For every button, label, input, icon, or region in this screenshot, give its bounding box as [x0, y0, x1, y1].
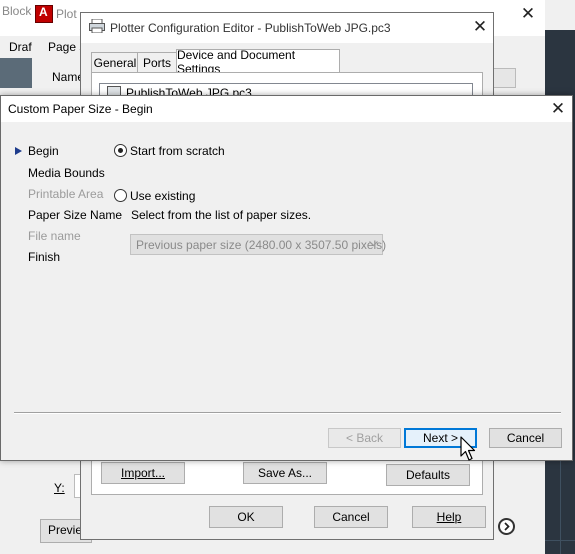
bg-title-plot: Plot	[56, 7, 77, 21]
step-begin: Begin	[28, 144, 59, 158]
mouse-cursor-icon	[460, 436, 476, 461]
tab-general[interactable]: General	[91, 52, 139, 73]
back-button-label: < Back	[345, 431, 384, 445]
tab-ports[interactable]: Ports	[137, 52, 177, 73]
dialog-cancel-button-label: Cancel	[506, 431, 545, 445]
plotter-cancel-button-label: Cancel	[332, 510, 370, 524]
next-button-label: Next >	[422, 431, 458, 445]
tab-general-label: General	[93, 56, 137, 70]
paper-size-select[interactable]: Previous paper size (2480.00 x 3507.50 p…	[130, 234, 387, 255]
plotter-close-icon[interactable]: ✕	[465, 16, 495, 38]
step-finish: Finish	[28, 250, 61, 264]
tab-ports-label: Ports	[142, 56, 171, 70]
step-file-name: File name	[28, 229, 81, 243]
bg-tab-draft[interactable]: Draf	[9, 40, 32, 54]
step-media-bounds: Media Bounds	[28, 166, 105, 180]
dialog-title: Custom Paper Size - Begin	[8, 102, 153, 116]
bg-name-field[interactable]	[492, 68, 516, 88]
help-button[interactable]: Help	[412, 506, 486, 528]
ok-button[interactable]: OK	[209, 506, 283, 528]
back-button[interactable]: < Back	[328, 428, 401, 448]
custom-paper-size-dialog: Custom Paper Size - Begin ✕ Begin Media …	[0, 95, 573, 461]
bg-y-label: Y:	[54, 481, 65, 495]
current-step-arrow-icon	[15, 147, 22, 155]
tab-device-settings[interactable]: Device and Document Settings	[176, 48, 340, 76]
import-button-label: Import...	[120, 466, 165, 480]
plotter-cancel-button[interactable]: Cancel	[314, 506, 388, 528]
defaults-button-label: Defaults	[405, 468, 451, 482]
radio-use-existing[interactable]	[114, 189, 127, 202]
ok-button-label: OK	[237, 510, 255, 524]
expand-arrow-icon[interactable]	[498, 518, 515, 535]
dialog-cancel-button[interactable]: Cancel	[489, 428, 562, 448]
import-button[interactable]: Import...	[101, 462, 185, 484]
radio-start-from-scratch[interactable]	[114, 144, 127, 157]
radio-start-from-scratch-label[interactable]: Start from scratch	[130, 144, 225, 158]
plotter-title: Plotter Configuration Editor - PublishTo…	[110, 21, 391, 35]
step-paper-size-name: Paper Size Name	[28, 208, 123, 222]
bg-title-block: Block	[2, 4, 32, 18]
bg-preview-button[interactable]: Previe	[48, 523, 82, 537]
step-printable-area: Printable Area	[28, 187, 104, 201]
dialog-close-icon[interactable]: ✕	[543, 98, 573, 120]
radio-use-existing-label[interactable]: Use existing	[130, 189, 195, 203]
chevron-down-icon	[369, 241, 378, 247]
help-button-label: Help	[436, 510, 462, 524]
canvas-grid-line-v	[560, 460, 561, 554]
defaults-button[interactable]: Defaults	[386, 464, 470, 486]
save-as-button[interactable]: Save As...	[243, 462, 327, 484]
printer-icon	[89, 18, 105, 34]
bg-toolbar-dark	[0, 58, 32, 88]
autocad-app-icon: A	[35, 5, 53, 23]
dialog-separator	[14, 412, 561, 414]
bg-close-icon[interactable]: ✕	[513, 3, 543, 25]
save-as-button-label: Save As...	[257, 466, 313, 480]
paper-size-select-value: Previous paper size (2480.00 x 3507.50 p…	[136, 238, 387, 252]
paper-list-hint: Select from the list of paper sizes.	[131, 208, 312, 222]
